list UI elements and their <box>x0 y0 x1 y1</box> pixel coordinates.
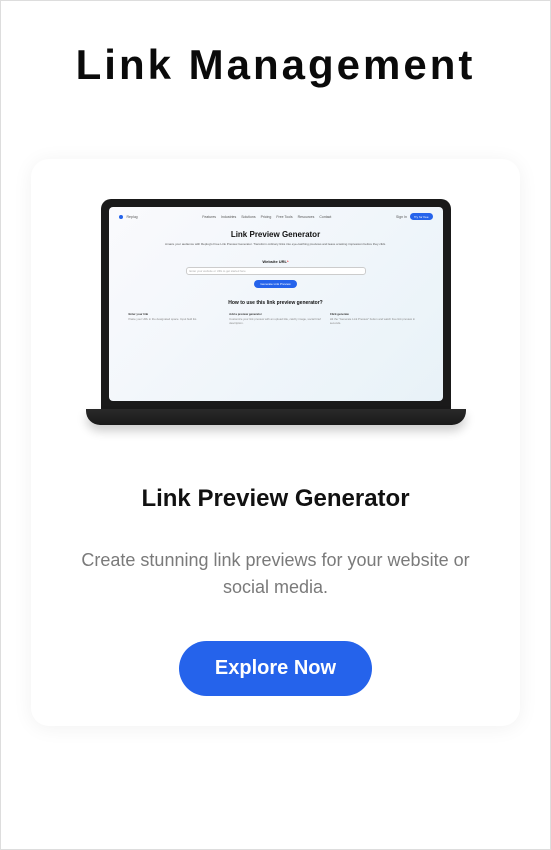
mockup-col-title: Add a preview generator <box>229 312 322 316</box>
laptop-screen: Replug Features Industries Solutions Pri… <box>101 199 451 409</box>
nav-item: Free Tools <box>276 215 292 219</box>
mockup-generate-button: Generate Link Preview <box>254 280 296 288</box>
brand-name: Replug <box>127 215 138 219</box>
mockup-col: Enter your link Paste your URL in the de… <box>129 312 222 325</box>
laptop-mockup: Replug Features Industries Solutions Pri… <box>101 199 451 425</box>
mockup-columns: Enter your link Paste your URL in the de… <box>119 312 433 325</box>
mockup-url-label: Website URL* <box>119 259 433 264</box>
mockup-col-title: Click generate <box>330 312 423 316</box>
signin-link: Sign In <box>396 215 407 219</box>
mockup-col-title: Enter your link <box>129 312 222 316</box>
mockup-howto-title: How to use this link preview generator? <box>119 300 433 306</box>
nav-item: Solutions <box>241 215 255 219</box>
nav-item: Pricing <box>261 215 272 219</box>
mockup-col-text: Hit the "Generate Link Preview" button a… <box>330 318 423 325</box>
card-description: Create stunning link previews for your w… <box>61 547 490 601</box>
mockup-col: Click generate Hit the "Generate Link Pr… <box>330 312 423 325</box>
laptop-base <box>86 409 466 425</box>
nav-item: Contact <box>319 215 331 219</box>
feature-card: Replug Features Industries Solutions Pri… <box>31 159 520 726</box>
brand-logo-icon <box>119 215 123 219</box>
mockup-hero-title: Link Preview Generator <box>119 230 433 239</box>
signup-button: Try for free <box>410 213 433 220</box>
page-title: Link Management <box>31 41 520 89</box>
nav-item: Resources <box>298 215 315 219</box>
mockup-url-input: Enter your website or URL to get started… <box>186 267 366 275</box>
mockup-hero-subtitle: Amaze your audience with Replug's Free L… <box>119 243 433 247</box>
explore-button[interactable]: Explore Now <box>179 641 372 696</box>
mockup-col-text: Paste your URL in the designated space. … <box>129 318 222 322</box>
card-title: Link Preview Generator <box>61 485 490 513</box>
mockup-col: Add a preview generator Customize your l… <box>229 312 322 325</box>
nav-item: Features <box>202 215 216 219</box>
mockup-nav: Replug Features Industries Solutions Pri… <box>119 213 433 220</box>
mockup-col-text: Customize your link preview with an uplo… <box>229 318 322 325</box>
screen-content: Replug Features Industries Solutions Pri… <box>109 207 443 401</box>
nav-item: Industries <box>221 215 236 219</box>
